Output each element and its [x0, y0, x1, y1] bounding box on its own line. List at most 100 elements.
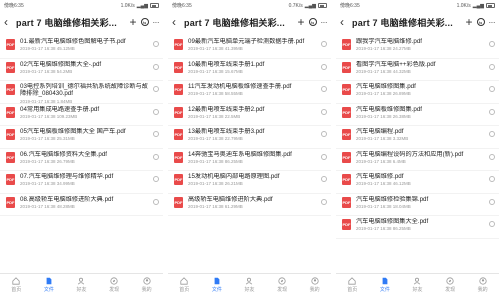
tab-discover[interactable]: 发现 [434, 274, 467, 295]
add-icon[interactable]: + [465, 16, 472, 28]
file-list: PDF 09最新汽车电脑单元端子检测数据手册.pdf 2019-01-17 16:3… [168, 36, 331, 273]
tab-profile[interactable]: 我的 [130, 274, 163, 295]
file-row[interactable]: PDF 07.汽车电脑维修理与维修精华.pdf 2019-01-17 16:38 3… [0, 171, 163, 194]
select-checkbox[interactable] [321, 153, 327, 160]
pdf-file-icon: PDF [174, 61, 183, 73]
file-meta: 高级轿车电脑维修进阶大典.pdf 2019-01-17 16:38 61.29MB [188, 196, 317, 209]
file-meta: 14奔驰宝马奥迪车系电脑维修图集.pdf 2019-01-17 16:38 86.… [188, 151, 317, 164]
select-checkbox[interactable] [321, 131, 327, 137]
tab-discover[interactable]: 发现 [98, 274, 131, 295]
select-checkbox[interactable] [153, 86, 159, 92]
file-info: 2019-01-17 16:38 26.79MB [20, 158, 75, 164]
file-meta: 汽车电脑编程.pdf 2019-01-17 16:38 3.32MB [356, 128, 485, 141]
file-row[interactable]: PDF 06.汽车电脑维修资料大全集.pdf 2019-01-17 16:38 26… [0, 149, 163, 171]
pdf-file-icon: PDF [174, 151, 183, 163]
file-row[interactable]: PDF 跟我学汽车电脑维修.pdf 2019-01-17 16:38 24.27MB [336, 36, 499, 59]
select-checkbox[interactable] [153, 63, 159, 70]
network-speed: 1.0K/s [120, 2, 135, 9]
file-name: 02汽车电脑维修图集大全-.pdf [20, 60, 102, 68]
more-icon[interactable]: ··· [321, 18, 328, 27]
select-checkbox[interactable] [489, 63, 495, 70]
file-meta: 汽车电脑维修检验集锦.pdf 2019-01-17 16:38 18.04MB [356, 196, 485, 209]
tab-label: 好友 [412, 286, 423, 293]
select-checkbox[interactable] [489, 176, 495, 182]
file-name: 03电控系列培训_德尔福共轨系统故障诊断与故障排除_080430.pdf [20, 83, 148, 98]
select-checkbox[interactable] [489, 198, 495, 205]
file-row[interactable]: PDF 05汽车电脑板维修图集大全 国产车.pdf 2019-01-17 16:38… [0, 126, 163, 149]
tab-friends[interactable]: 好友 [401, 274, 434, 295]
tab-label: 文件 [379, 286, 390, 293]
select-checkbox[interactable] [153, 198, 159, 205]
file-row[interactable]: PDF 看图学汽车电脑++彩色版.pdf 2019-01-17 16:38 44.3… [336, 59, 499, 81]
file-name: 汽车电脑编程.pdf [356, 128, 404, 135]
bottom-tab-bar: 首页 文件 好友 发现 我的 [168, 273, 331, 295]
select-checkbox[interactable] [489, 108, 495, 115]
transfer-icon[interactable]: ⇆ [476, 18, 485, 26]
file-row[interactable]: PDF 15发动机电脑内部电路原理图.pdf 2019-01-17 16:38 26… [168, 171, 331, 194]
back-arrow-icon[interactable]: ‹ [4, 16, 12, 28]
select-checkbox[interactable] [489, 131, 495, 137]
add-icon[interactable]: + [129, 16, 136, 28]
select-checkbox[interactable] [321, 176, 327, 182]
select-checkbox[interactable] [489, 86, 495, 92]
more-icon[interactable]: ··· [153, 18, 160, 27]
file-row[interactable]: PDF 汽车电脑编程.pdf 2019-01-17 16:38 3.32MB [336, 126, 499, 149]
add-icon[interactable]: + [297, 16, 304, 28]
tab-friends[interactable]: 好友 [233, 274, 266, 295]
file-row[interactable]: PDF 01.最新汽车电脑维修色图解电子书.pdf 2019-01-17 16:38… [0, 36, 163, 59]
select-checkbox[interactable] [153, 41, 159, 47]
file-row[interactable]: PDF 汽车电脑板维修图集.pdf 2019-01-17 16:38 26.38MB [336, 104, 499, 126]
file-row[interactable]: PDF 02汽车电脑维修图集大全-.pdf 2019-01-17 16:38 54.… [0, 59, 163, 81]
select-checkbox[interactable] [153, 108, 159, 115]
file-row[interactable]: PDF 11汽车发动机电脑板维修速查手册.pdf 2019-01-17 16:38 … [168, 81, 331, 104]
tab-home[interactable]: 首页 [336, 274, 369, 295]
file-row[interactable]: PDF 12最新电喷车线束手册2.pdf 2019-01-17 16:38 22.5… [168, 104, 331, 126]
tab-friends[interactable]: 好友 [65, 274, 98, 295]
back-arrow-icon[interactable]: ‹ [172, 16, 180, 28]
select-checkbox[interactable] [489, 153, 495, 160]
file-info: 2019-01-17 16:38 44.32MB [356, 68, 411, 74]
file-row[interactable]: PDF 04常用集成电路速查手册.pdf 2019-01-17 16:38 109.… [0, 104, 163, 126]
transfer-icon[interactable]: ⇆ [140, 18, 149, 26]
tab-file[interactable]: 文件 [33, 274, 66, 295]
tab-profile[interactable]: 我的 [298, 274, 331, 295]
file-row[interactable]: PDF 09最新汽车电脑单元端子检测数据手册.pdf 2019-01-17 16:3… [168, 36, 331, 59]
select-checkbox[interactable] [489, 41, 495, 47]
file-meta: 汽车电脑维修图集大全.pdf 2019-01-17 16:38 86.25MB [356, 218, 485, 231]
file-row[interactable]: PDF 汽车电脑编程设码的方法和应用(新).pdf 2019-01-17 16:38… [336, 149, 499, 171]
select-checkbox[interactable] [321, 41, 327, 47]
back-arrow-icon[interactable]: ‹ [340, 16, 348, 28]
select-checkbox[interactable] [489, 221, 495, 227]
tab-label: 发现 [445, 286, 456, 293]
tab-profile[interactable]: 我的 [466, 274, 499, 295]
file-name: 06.汽车电脑维修资料大全集.pdf [20, 150, 107, 158]
tab-file[interactable]: 文件 [369, 274, 402, 295]
select-checkbox[interactable] [153, 176, 159, 182]
transfer-icon[interactable]: ⇆ [308, 18, 317, 26]
file-name: 汽车电脑编程设码的方法和应用(新).pdf [356, 150, 464, 158]
file-row[interactable]: PDF 14奔驰宝马奥迪车系电脑维修图集.pdf 2019-01-17 16:38 … [168, 149, 331, 171]
tab-home[interactable]: 首页 [0, 274, 33, 295]
file-info: 2019-01-17 16:38 25.31MB [20, 136, 75, 142]
select-checkbox[interactable] [153, 153, 159, 160]
file-row[interactable]: PDF 10最新电喷车线束手册1.pdf 2019-01-17 16:38 15.6… [168, 59, 331, 81]
select-checkbox[interactable] [321, 86, 327, 92]
file-name: 高级轿车电脑维修进阶大典.pdf [188, 195, 273, 203]
file-row[interactable]: PDF 08.高级轿车电脑维修进阶大典.pdf 2019-01-17 16:38 4… [0, 194, 163, 216]
select-checkbox[interactable] [153, 131, 159, 137]
file-row[interactable]: PDF 03电控系列培训_德尔福共轨系统故障诊断与故障排除_080430.pdf 2… [0, 81, 163, 104]
file-row[interactable]: PDF 汽车电脑维修.pdf 2019-01-17 16:38 46.12MB [336, 171, 499, 194]
file-row[interactable]: PDF 13最新电喷车线束手册3.pdf 2019-01-17 16:38 22.7… [168, 126, 331, 149]
file-row[interactable]: PDF 汽车电脑维修检验集锦.pdf 2019-01-17 16:38 18.04M… [336, 194, 499, 216]
file-row[interactable]: PDF 汽车电脑维修图集.pdf 2019-01-17 16:38 26.89MB [336, 81, 499, 104]
file-row[interactable]: PDF 高级轿车电脑维修进阶大典.pdf 2019-01-17 16:38 61.2… [168, 194, 331, 216]
select-checkbox[interactable] [321, 108, 327, 115]
tab-home[interactable]: 首页 [168, 274, 201, 295]
select-checkbox[interactable] [321, 198, 327, 205]
tab-file[interactable]: 文件 [201, 274, 234, 295]
more-icon[interactable]: ··· [489, 18, 496, 27]
file-name: 05汽车电脑板维修图集大全 国产车.pdf [20, 128, 126, 135]
tab-discover[interactable]: 发现 [266, 274, 299, 295]
file-row[interactable]: PDF 汽车电脑维修图集大全.pdf 2019-01-17 16:38 86.25M… [336, 216, 499, 239]
select-checkbox[interactable] [321, 63, 327, 70]
